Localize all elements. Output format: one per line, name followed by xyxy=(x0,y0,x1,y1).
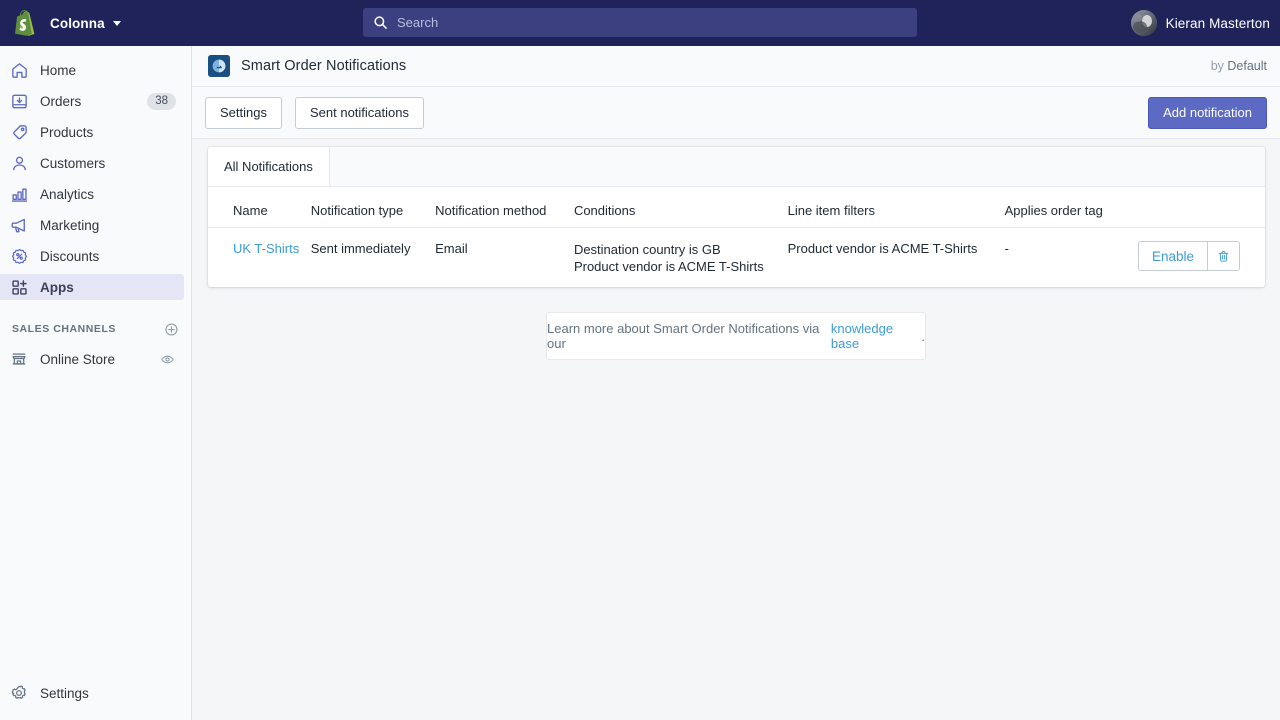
add-notification-button[interactable]: Add notification xyxy=(1148,97,1267,129)
shop-switcher[interactable]: Colonna xyxy=(50,16,121,31)
table-header-row: Name Notification type Notification meth… xyxy=(208,187,1265,228)
discount-percent-icon xyxy=(9,246,29,266)
sidebar-item-label: Online Store xyxy=(40,352,115,367)
sales-channels-title: SALES CHANNELS xyxy=(12,323,116,335)
sidebar-item-discounts[interactable]: Discounts xyxy=(0,243,184,269)
knowledge-base-link[interactable]: knowledge base xyxy=(831,321,921,351)
sidebar-item-label: Apps xyxy=(40,280,74,295)
sidebar-item-label: Home xyxy=(40,63,76,78)
app-header: Smart Order Notifications by Default xyxy=(192,46,1280,87)
marketing-megaphone-icon xyxy=(9,215,29,235)
orders-inbox-icon xyxy=(9,91,29,111)
trash-icon xyxy=(1216,249,1231,264)
search-icon xyxy=(373,15,388,30)
column-header-notification-type: Notification type xyxy=(311,187,435,228)
sidebar-item-label: Discounts xyxy=(40,249,99,264)
column-header-line-item-filters: Line item filters xyxy=(788,187,1005,228)
column-header-name: Name xyxy=(208,187,311,228)
storefront-icon xyxy=(9,349,29,369)
footer-text-after: . xyxy=(921,329,925,344)
settings-button[interactable]: Settings xyxy=(205,97,282,129)
chevron-down-icon xyxy=(113,21,121,26)
app-byline-prefix: by xyxy=(1211,59,1228,73)
enable-button[interactable]: Enable xyxy=(1139,242,1207,270)
sidebar: Home Orders 38 Products xyxy=(0,46,192,720)
cell-applies-order-tag: - xyxy=(1005,228,1138,288)
sent-notifications-button[interactable]: Sent notifications xyxy=(295,97,424,129)
footer-text-before: Learn more about Smart Order Notificatio… xyxy=(547,321,831,351)
analytics-bar-chart-icon xyxy=(9,184,29,204)
action-bar: Settings Sent notifications Add notifica… xyxy=(192,87,1280,139)
avatar xyxy=(1131,10,1157,36)
sidebar-item-label: Marketing xyxy=(40,218,99,233)
search-input[interactable] xyxy=(397,15,877,30)
column-header-actions xyxy=(1138,187,1265,228)
app-byline: by Default xyxy=(1211,59,1267,73)
tab-bar: All Notifications xyxy=(208,147,1265,187)
shop-name: Colonna xyxy=(50,16,105,31)
cell-line-item-filters: Product vendor is ACME T-Shirts xyxy=(788,228,1005,288)
sidebar-item-products[interactable]: Products xyxy=(0,119,184,145)
sidebar-item-marketing[interactable]: Marketing xyxy=(0,212,184,238)
cell-notification-type: Sent immediately xyxy=(311,228,435,288)
sidebar-item-label: Customers xyxy=(40,156,105,171)
notification-name-link[interactable]: UK T-Shirts xyxy=(233,241,299,256)
top-bar: Colonna xyxy=(0,0,1280,46)
condition-line: Product vendor is ACME T-Shirts xyxy=(574,258,788,275)
user-name: Kieran Masterton xyxy=(1166,16,1270,31)
condition-line: Destination country is GB xyxy=(574,241,788,258)
notifications-table: Name Notification type Notification meth… xyxy=(208,187,1265,287)
eye-icon[interactable] xyxy=(159,351,175,367)
sidebar-item-orders[interactable]: Orders 38 xyxy=(0,88,184,114)
user-menu[interactable]: Kieran Masterton xyxy=(1131,0,1270,46)
sidebar-item-settings[interactable]: Settings xyxy=(0,680,185,706)
column-header-notification-method: Notification method xyxy=(435,187,574,228)
search-bar[interactable] xyxy=(363,8,917,37)
column-header-applies-order-tag: Applies order tag xyxy=(1005,187,1138,228)
table-row: UK T-Shirts Sent immediately Email Desti… xyxy=(208,228,1265,288)
delete-button[interactable] xyxy=(1207,242,1239,270)
cell-conditions: Destination country is GB Product vendor… xyxy=(574,228,788,288)
content-area: All Notifications Name Notification type… xyxy=(192,140,1280,720)
sidebar-item-label: Orders xyxy=(40,94,81,109)
sidebar-item-label: Analytics xyxy=(40,187,94,202)
plus-circle-icon[interactable] xyxy=(163,321,179,337)
sidebar-item-online-store[interactable]: Online Store xyxy=(0,346,184,372)
home-icon xyxy=(9,60,29,80)
tab-all-notifications[interactable]: All Notifications xyxy=(208,147,330,186)
apps-grid-plus-icon xyxy=(9,277,29,297)
sales-channels-header: SALES CHANNELS xyxy=(0,318,191,340)
sidebar-item-apps[interactable]: Apps xyxy=(0,274,184,300)
smart-order-notifications-app-icon xyxy=(208,55,230,77)
column-header-conditions: Conditions xyxy=(574,187,788,228)
sidebar-item-customers[interactable]: Customers xyxy=(0,150,184,176)
app-byline-author: Default xyxy=(1227,59,1267,73)
row-button-group: Enable xyxy=(1138,241,1240,271)
knowledge-base-card: Learn more about Smart Order Notificatio… xyxy=(546,312,926,360)
cell-notification-method: Email xyxy=(435,228,574,288)
product-tag-icon xyxy=(9,122,29,142)
page-title: Smart Order Notifications xyxy=(241,58,406,74)
sidebar-item-analytics[interactable]: Analytics xyxy=(0,181,184,207)
customer-person-icon xyxy=(9,153,29,173)
orders-count-badge: 38 xyxy=(147,93,176,110)
row-actions: Enable xyxy=(1138,241,1265,271)
notifications-card: All Notifications Name Notification type… xyxy=(208,147,1265,287)
sidebar-item-label: Products xyxy=(40,125,93,140)
sidebar-item-home[interactable]: Home xyxy=(0,57,184,83)
gear-icon xyxy=(9,683,29,703)
sidebar-item-label: Settings xyxy=(40,686,89,701)
shopify-bag-icon xyxy=(14,10,38,36)
